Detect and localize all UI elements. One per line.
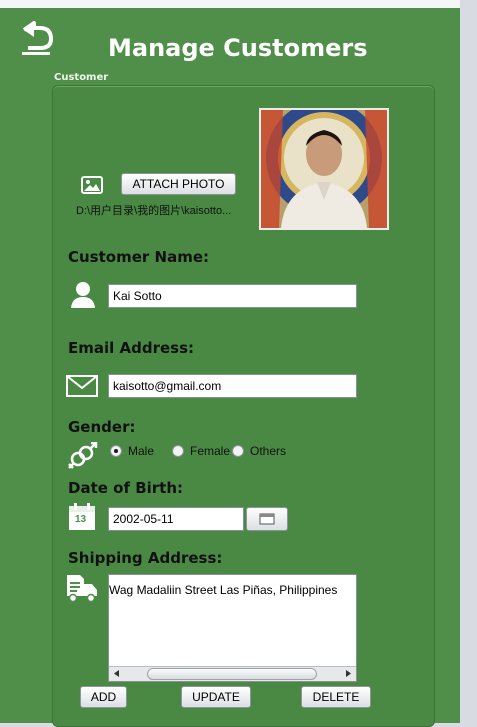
delivery-truck-icon: [67, 575, 97, 602]
shipping-address-textarea[interactable]: Wag Madaliin Street Las Piñas, Philippin…: [108, 574, 357, 682]
customer-name-label: Customer Name:: [68, 248, 209, 266]
top-strip: [0, 0, 460, 8]
email-input[interactable]: kaisotto@gmail.com: [108, 374, 357, 398]
shipping-address-label: Shipping Address:: [68, 549, 223, 567]
date-of-birth-label: Date of Birth:: [68, 479, 184, 497]
manage-customers-window: Manage Customers Customer ATTACH PHOTO D…: [0, 0, 460, 727]
scrollbar-thumb[interactable]: [147, 668, 317, 680]
user-icon: [71, 282, 95, 308]
shipping-address-text: Wag Madaliin Street Las Piñas, Philippin…: [109, 583, 338, 597]
gender-label: Gender:: [68, 418, 136, 436]
calendar-icon: 13: [68, 503, 96, 531]
add-button[interactable]: ADD: [80, 686, 127, 708]
email-address-label: Email Address:: [68, 339, 195, 357]
image-icon: [81, 176, 103, 194]
page-title: Manage Customers: [108, 34, 368, 62]
scroll-left-icon[interactable]: [111, 668, 123, 679]
horizontal-scrollbar[interactable]: [109, 666, 356, 681]
gender-female-label: Female: [190, 444, 231, 458]
gender-radio-male[interactable]: [110, 445, 122, 457]
gender-radio-female[interactable]: [172, 445, 184, 457]
gender-others-label: Others: [250, 444, 287, 458]
delete-button[interactable]: DELETE: [301, 686, 371, 708]
update-button[interactable]: UPDATE: [181, 686, 251, 708]
calendar-icon-day: 13: [75, 514, 87, 525]
date-picker-icon: [259, 513, 275, 525]
date-picker-button[interactable]: [246, 507, 288, 531]
customer-photo: [259, 108, 389, 230]
photo-path-text: D:\用户目录\我的图片\kaisotto...: [76, 205, 232, 217]
customer-name-input[interactable]: Kai Sotto: [108, 284, 357, 308]
back-arrow-icon[interactable]: [18, 20, 56, 58]
gender-radio-others[interactable]: [232, 445, 244, 457]
attach-photo-button[interactable]: ATTACH PHOTO: [121, 173, 236, 195]
date-of-birth-input[interactable]: 2002-05-11: [108, 507, 244, 531]
scroll-right-icon[interactable]: [342, 668, 354, 679]
gender-male-label: Male: [128, 444, 155, 458]
mail-icon: [66, 375, 98, 397]
section-label: Customer: [54, 72, 109, 83]
gender-icon: [68, 442, 98, 469]
